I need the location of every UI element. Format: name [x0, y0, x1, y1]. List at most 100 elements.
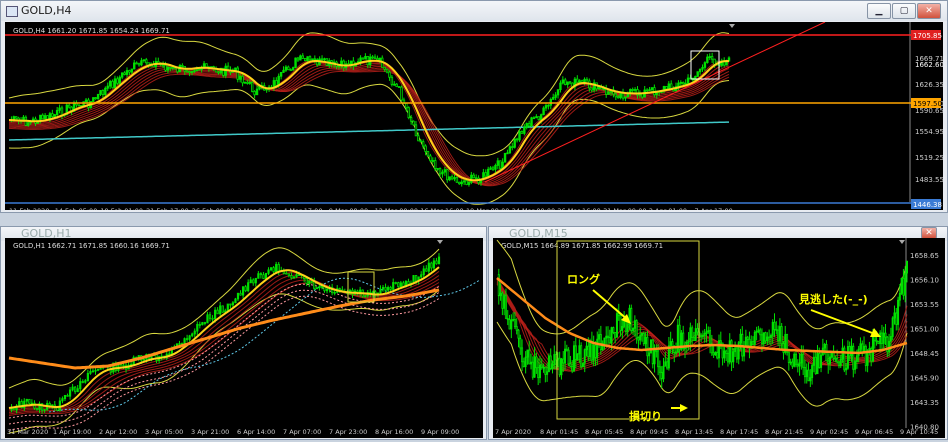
candle-body — [879, 332, 882, 345]
candle-body — [431, 160, 435, 162]
time-label: 4 Mar 17:00 — [283, 207, 322, 210]
candle-body — [299, 55, 302, 61]
candle-body — [707, 330, 710, 333]
candle-body — [337, 65, 341, 68]
maximize-button[interactable]: ▢ — [892, 3, 916, 19]
candle-body — [592, 344, 595, 361]
time-label: 3 Apr 01:00 — [649, 207, 687, 210]
candle-body — [385, 68, 389, 73]
titlebar-h4[interactable]: GOLD,H4 ▁ ▢ ✕ — [1, 1, 947, 21]
candle-body — [542, 107, 545, 116]
price-label: 1651.00 — [910, 326, 939, 334]
candle-body — [574, 345, 577, 361]
candle-body — [191, 333, 194, 337]
candle-body — [412, 120, 415, 126]
candle-body — [723, 350, 726, 359]
candle-body — [547, 355, 550, 373]
time-label: 9 Apr 06:45 — [855, 428, 893, 436]
candle-body — [839, 358, 842, 366]
candle-body — [226, 303, 229, 312]
candle-body — [432, 260, 436, 269]
candle-body — [854, 361, 857, 370]
candle-body — [646, 336, 649, 357]
candle-body — [92, 97, 95, 102]
chart-m15[interactable]: GOLD,M15 1664.89 1671.85 1662.99 1669.71… — [493, 238, 945, 438]
candle-body — [527, 123, 531, 127]
candle-body — [576, 78, 579, 83]
current-price: 1662.60 — [915, 61, 943, 69]
candle-body — [303, 57, 307, 62]
candle-body — [687, 340, 690, 343]
candle-body — [597, 86, 601, 90]
candle-body — [537, 116, 540, 121]
close-button[interactable]: ✕ — [917, 3, 941, 19]
candle-body — [684, 82, 687, 85]
candle-body — [28, 398, 31, 404]
candle-body — [757, 329, 760, 332]
candle-body — [91, 370, 95, 373]
candle-body — [871, 335, 874, 362]
candle-body — [739, 333, 742, 344]
candle-body — [393, 83, 396, 86]
candle-body — [648, 89, 651, 92]
candle-body — [239, 292, 242, 296]
candle-body — [820, 354, 823, 368]
candle-body — [900, 278, 903, 294]
candle-body — [617, 96, 620, 99]
candle-body — [429, 155, 432, 162]
candle-body — [249, 279, 252, 284]
candle-body — [522, 361, 525, 368]
candle-body — [718, 340, 721, 359]
chart-h4[interactable]: GOLD,H4 1661.20 1671.85 1654.24 1669.71 1… — [5, 21, 944, 215]
candle-body — [645, 89, 649, 92]
candle-body — [15, 116, 18, 119]
candle-body — [472, 174, 475, 179]
candle-body — [621, 326, 624, 331]
candle-body — [247, 282, 250, 292]
candle-body — [898, 292, 901, 301]
time-label: 11 Feb 2020 — [9, 207, 49, 210]
annotation-missed: 見逃した(-_-) — [798, 292, 868, 306]
candle-body — [48, 403, 51, 406]
candle-body — [515, 138, 519, 141]
candle-body — [508, 146, 512, 154]
candle-body — [188, 71, 191, 73]
candle-body — [716, 351, 719, 359]
price-label: 1656.10 — [910, 277, 939, 285]
candle-body — [43, 409, 46, 411]
candle-body — [290, 275, 293, 279]
candle-body — [511, 146, 514, 149]
chart-h1[interactable]: GOLD,H1 1662.71 1671.85 1660.16 1669.71 3… — [5, 238, 483, 438]
candle-body — [81, 381, 84, 383]
candle-body — [732, 351, 735, 363]
candle-body — [667, 345, 670, 369]
candle-body — [753, 331, 756, 345]
candle-body — [605, 335, 608, 339]
candle-body — [311, 58, 314, 61]
candle-body — [532, 117, 536, 120]
candle-body — [520, 131, 524, 134]
candle-body — [624, 320, 627, 332]
price-label: 1645.90 — [910, 375, 939, 383]
candle-body — [662, 365, 665, 380]
candle-body — [453, 177, 456, 180]
candle-body — [746, 336, 749, 340]
candle-body — [902, 278, 905, 296]
candle-body — [137, 62, 141, 66]
candle-body — [409, 117, 413, 122]
candle-body — [766, 336, 769, 342]
candle-body — [203, 322, 207, 324]
candle-body — [255, 88, 259, 96]
candle-body — [211, 317, 214, 320]
candle-body — [308, 280, 311, 284]
candle-body — [778, 326, 781, 342]
annotation-long: ロング — [567, 272, 600, 286]
candle-body — [282, 69, 285, 73]
candle-body — [710, 56, 714, 60]
minimize-button[interactable]: ▁ — [867, 3, 891, 19]
candle-body — [614, 331, 617, 338]
time-label: 2 Mar 01:00 — [238, 207, 277, 210]
candle-body — [320, 58, 324, 61]
candle-body — [531, 361, 534, 378]
candle-body — [596, 338, 599, 358]
